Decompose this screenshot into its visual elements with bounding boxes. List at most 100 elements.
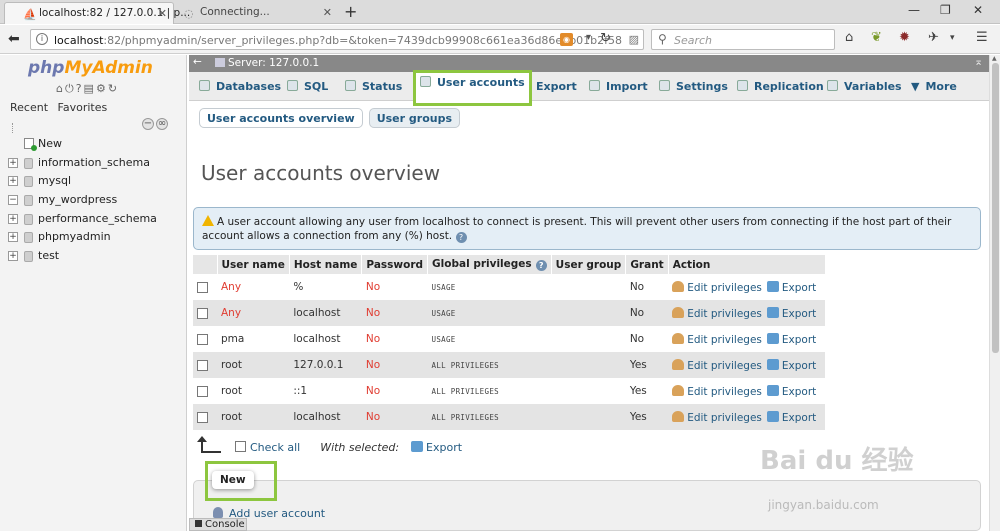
collapse-all-icon[interactable]: − [142,118,154,130]
cell-user-group [551,404,626,430]
row-checkbox[interactable] [197,307,208,319]
server-link[interactable]: Server: 127.0.0.1 [215,57,319,69]
close-tab-icon[interactable]: ✕ [323,6,332,19]
feed-icon[interactable]: ◉ [560,33,573,46]
reload-icon[interactable]: ↻ [600,31,611,46]
expand-icon[interactable]: + [8,232,18,243]
tab-status[interactable]: Status [345,76,402,98]
sidebar-tab-recent[interactable]: Recent [10,101,48,114]
check-all-label[interactable]: Check all [250,441,300,454]
export-link[interactable]: Export [766,280,816,294]
tree-item-mysql[interactable]: + mysql [6,172,186,191]
tab-variables[interactable]: Variables [827,76,902,98]
tab-replication[interactable]: Replication [737,76,824,98]
row-checkbox[interactable] [197,411,208,423]
collapse-sidebar-icon[interactable]: ← [193,56,202,68]
edit-privileges-link[interactable]: Edit privileges [672,410,762,424]
edit-privileges-link[interactable]: Edit privileges [672,280,762,294]
row-checkbox[interactable] [197,281,208,293]
gear-icon[interactable]: ⚙ [96,82,108,95]
row-checkbox[interactable] [197,359,208,371]
help-icon[interactable]: ? [455,232,467,243]
subtab-user-accounts-overview[interactable]: User accounts overview [199,108,363,128]
export-link[interactable]: Export [766,410,816,424]
expand-icon[interactable]: + [8,251,18,262]
tree-controls: − ∞ [142,118,170,130]
docs-icon[interactable]: ▤ [84,82,96,95]
expand-icon[interactable]: ⌅ [974,56,983,68]
link-icon[interactable]: ∞ [156,118,168,130]
tree-item-my-wordpress[interactable]: − my_wordpress [6,191,186,210]
close-tab-icon[interactable]: ✕ [158,7,167,20]
cell-user-name: root [217,352,290,378]
edit-privileges-link[interactable]: Edit privileges [672,384,762,398]
expand-icon[interactable]: + [8,157,18,168]
table-header: User group [551,255,627,274]
tree-item-phpmyadmin[interactable]: + phpmyadmin [6,228,186,247]
export-link[interactable]: Export [766,384,816,398]
new-tab-button[interactable]: + [344,2,357,21]
sidebar-tab-favorites[interactable]: Favorites [58,101,108,114]
scrollbar-thumb[interactable] [992,63,999,353]
row-checkbox[interactable] [197,385,208,397]
tree-item-label: mysql [38,174,71,188]
tree-item-test[interactable]: + test [6,247,186,266]
export-link[interactable]: Export [766,332,816,346]
close-window-icon[interactable]: ✕ [973,3,983,17]
tree-item-new[interactable]: New [6,135,186,154]
logout-icon[interactable]: ⏻ [65,82,76,95]
restore-icon[interactable]: ❐ [940,3,951,17]
extension-leaf-icon[interactable]: ❦ [871,30,882,45]
edit-privileges-icon [672,358,685,370]
tab-import[interactable]: Import [589,76,648,98]
export-link[interactable]: Export [766,358,816,372]
export-icon [766,410,779,422]
tab-sql[interactable]: SQL [287,76,328,98]
minimize-icon[interactable]: — [908,3,920,17]
export-link[interactable]: Export [766,306,816,320]
phpmyadmin-favicon-icon: ⛵ [23,8,37,21]
tree-item-information-schema[interactable]: + information_schema [6,154,186,173]
browser-tab-active[interactable]: ⛵ localhost:82 / 127.0.0.1 | p... ✕ [4,2,190,24]
address-bar[interactable]: i localhost:82/phpmyadmin/server_privile… [30,29,644,50]
extension-plane-icon[interactable]: ✈ [928,30,939,45]
expand-icon[interactable]: + [8,176,18,187]
check-all-checkbox[interactable] [235,441,246,452]
tab-databases[interactable]: Databases [199,76,281,98]
bulk-export-button[interactable]: Export [411,441,462,454]
console-toggle[interactable]: Console [189,518,247,531]
chevron-down-icon[interactable]: ▾ [950,33,955,43]
chevron-down-icon[interactable]: ▾ [586,32,591,43]
tab-user-accounts[interactable]: User accounts [413,70,532,106]
expand-icon[interactable]: − [8,195,18,206]
tree-item-performance-schema[interactable]: + performance_schema [6,210,186,229]
phpmyadmin-logo[interactable]: phpMyAdmin [28,58,153,78]
edit-privileges-link[interactable]: Edit privileges [672,358,762,372]
info-icon[interactable]: i [36,33,48,45]
browser-search-input[interactable]: ⚲ Search [651,29,835,50]
export-icon [766,306,779,318]
block-images-icon[interactable]: ▨ [629,33,639,46]
help-icon[interactable]: ? [76,82,84,95]
edit-privileges-link[interactable]: Edit privileges [672,332,762,346]
database-icon [24,213,33,225]
extension-bug-icon[interactable]: ✹ [899,30,910,45]
page-scrollbar[interactable]: ▲ [989,55,1000,531]
expand-icon[interactable]: + [8,213,18,224]
table-row: root 127.0.0.1 No ALL PRIVILEGES Yes Edit pri… [193,352,826,378]
home-icon[interactable]: ⌂ [845,30,853,45]
menu-icon[interactable]: ☰ [976,30,988,45]
edit-privileges-link[interactable]: Edit privileges [672,306,762,320]
tab-more[interactable]: ▼ More [911,76,957,98]
server-breadcrumb: ← Server: 127.0.0.1 ⌅ [189,55,989,72]
reload-icon[interactable]: ↻ [108,82,119,95]
back-arrow-icon[interactable]: ⬅ [8,31,20,47]
home-icon[interactable]: ⌂ [56,82,65,95]
browser-tab-connecting[interactable]: ◌ Connecting... ✕ [178,2,338,24]
tab-settings[interactable]: Settings [659,76,728,98]
row-select [193,352,217,378]
scroll-up-icon[interactable]: ▲ [992,55,997,62]
help-icon[interactable]: ? [535,260,547,271]
subtab-user-groups[interactable]: User groups [368,108,461,128]
row-checkbox[interactable] [197,333,208,345]
